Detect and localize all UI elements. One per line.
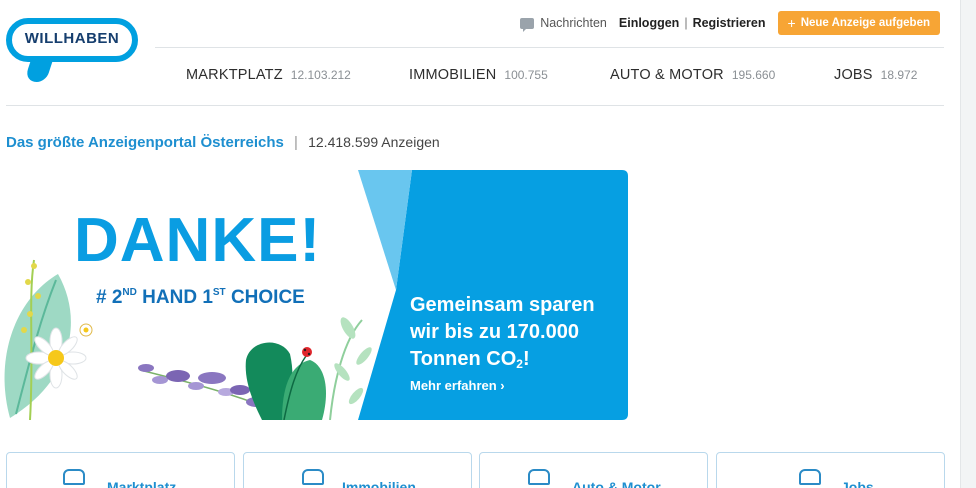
banner-claim: # 2ND HAND 1ST CHOICE [96, 287, 305, 308]
promo-line-1: Gemeinsam sparen [410, 294, 595, 316]
nav-immobilien[interactable]: IMMOBILIEN 100.755 [409, 67, 548, 83]
nav-auto-motor[interactable]: AUTO & MOTOR 195.660 [610, 67, 775, 83]
car-icon [528, 469, 550, 485]
nav-label: MARKTPLATZ [186, 67, 283, 83]
top-links: Nachrichten Einloggen | Registrieren + N… [520, 11, 940, 35]
promo-banner[interactable]: DANKE! # 2ND HAND 1ST CHOICE Gemeinsam s… [0, 170, 628, 420]
tagline-title: Das größte Anzeigenportal Österreichs [6, 134, 284, 151]
plus-icon: + [787, 15, 796, 31]
nav-label: AUTO & MOTOR [610, 67, 724, 83]
tagline: Das größte Anzeigenportal Österreichs | … [6, 134, 440, 151]
banner-headline: DANKE! [74, 206, 322, 275]
register-link[interactable]: Registrieren [693, 16, 766, 30]
category-label: Jobs [841, 479, 874, 488]
promo-line-2: wir bis zu 170.000 [410, 321, 579, 343]
messages-label: Nachrichten [540, 16, 607, 30]
page: WILLHABEN Nachrichten Einloggen | Regist… [0, 0, 976, 488]
nav-label: JOBS [834, 67, 873, 83]
category-label: Marktplatz [107, 479, 177, 488]
tagline-count: 12.418.599 Anzeigen [308, 134, 440, 150]
scrollbar-track[interactable] [960, 0, 976, 488]
house-icon [302, 469, 324, 485]
category-card-marktplatz[interactable]: Marktplatz [6, 452, 235, 488]
more-info-link[interactable]: Mehr erfahren › [410, 378, 505, 393]
category-label: Immobilien [342, 479, 416, 488]
nav-count: 18.972 [880, 68, 918, 82]
nav-count: 12.103.212 [290, 68, 351, 82]
category-card-auto-motor[interactable]: Auto & Motor [479, 452, 708, 488]
nav-label: IMMOBILIEN [409, 67, 497, 83]
banner-promo-text: Gemeinsam sparen wir bis zu 170.000 Tonn… [410, 292, 624, 378]
header-divider [155, 47, 944, 48]
basket-icon [63, 469, 85, 485]
promo-line-3: Tonnen CO2! [410, 348, 530, 371]
logo[interactable]: WILLHABEN [6, 18, 138, 88]
chat-icon [520, 17, 535, 32]
messages-link[interactable]: Nachrichten [520, 16, 607, 32]
nav-jobs[interactable]: JOBS 18.972 [834, 67, 917, 83]
category-label: Auto & Motor [572, 479, 661, 488]
nav-count: 100.755 [504, 68, 548, 82]
people-icon [799, 469, 821, 485]
new-ad-button[interactable]: + Neue Anzeige aufgeben [777, 11, 940, 35]
nav-divider [6, 105, 944, 106]
logo-text: WILLHABEN [24, 30, 120, 47]
login-link[interactable]: Einloggen [619, 16, 679, 30]
tagline-separator: | [294, 134, 298, 151]
category-card-jobs[interactable]: Jobs [716, 452, 945, 488]
nav-count: 195.660 [731, 68, 776, 82]
link-separator: | [684, 16, 688, 30]
category-card-immobilien[interactable]: Immobilien [243, 452, 472, 488]
new-ad-label: Neue Anzeige aufgeben [800, 17, 930, 29]
nav-marktplatz[interactable]: MARKTPLATZ 12.103.212 [186, 67, 351, 83]
